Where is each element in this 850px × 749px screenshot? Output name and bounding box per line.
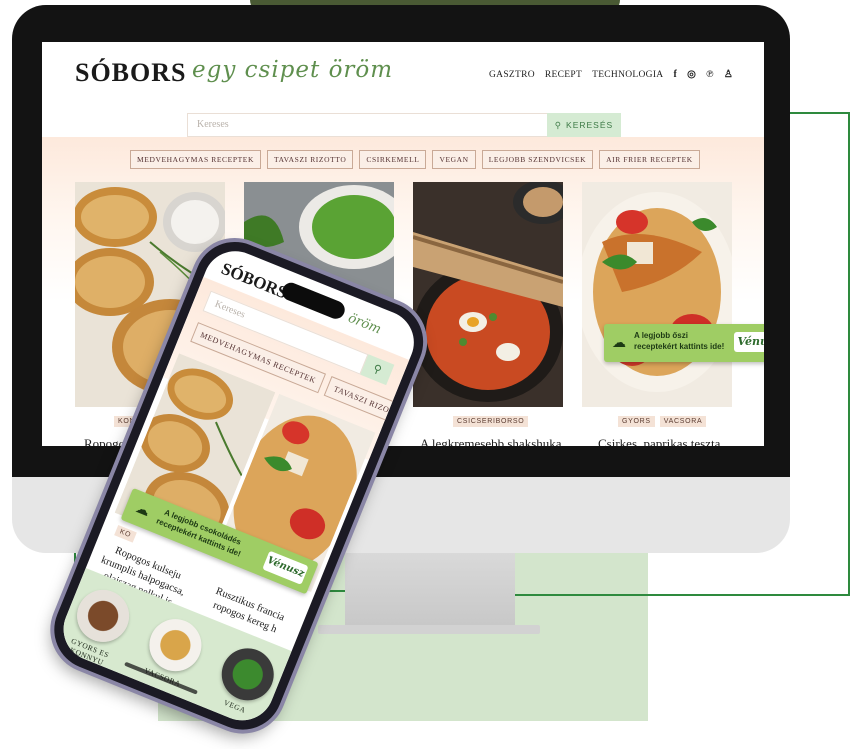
tag-air-frier[interactable]: AIR FRIER RECEPTEK [599,150,700,169]
phone-tagline: öröm [345,310,384,338]
search-icon: ⚲ [554,119,563,130]
promo-line-1: A legjobb őszi [634,331,688,340]
pinterest-icon[interactable]: ℗ [706,69,714,80]
card-tag[interactable]: VACSORA [659,416,707,427]
search-input[interactable]: Kereses [187,113,549,137]
card-tags-3: CSICSERIBORSO [453,416,529,427]
tag-vegan[interactable]: VEGAN [432,150,476,169]
tag-csirkemell[interactable]: CSIRKEMELL [359,150,427,169]
site-tagline: egy csipet öröm [192,57,394,83]
category-vega[interactable]: VEGA [205,639,285,722]
card-image-shakshuka[interactable] [413,182,563,407]
chef-hat-icon: ☁ [133,499,153,520]
tag-tavaszi-rizotto[interactable]: TAVASZI RIZOTTO [266,150,354,169]
card-title-4[interactable]: Csirkes, paprikas teszta [598,436,720,446]
search-placeholder: Kereses [197,119,229,130]
pasta-photo [582,182,732,407]
search-button[interactable]: ⚲ KERESÉS [547,113,621,137]
card-tags-4: GYORS VACSORA [618,416,707,427]
site-logo[interactable]: SÓBORS [75,58,187,88]
shakshuka-photo [413,182,563,407]
card-image-pasta[interactable] [582,182,732,407]
instagram-icon[interactable]: ◎ [687,69,696,80]
nav-item-gasztro[interactable]: GASZTRO [489,70,535,80]
card-title-3[interactable]: A legkremesebb shakshuka [420,436,562,446]
phone-card-tag[interactable]: KO [114,524,137,543]
monitor-stand [345,553,515,625]
promo-text: A legjobb őszi receptekért kattints ide! [634,330,724,352]
nav-item-technologia[interactable]: TECHNOLOGIA [592,70,663,80]
facebook-icon[interactable]: f [673,69,677,80]
venusz-logo: Vénusz [262,550,309,585]
card-tag[interactable]: GYORS [618,416,655,427]
main-nav: GASZTRO RECEPT TECHNOLOGIA f ◎ ℗ ♙ [489,69,733,80]
promo-banner-autumn[interactable]: ☁ A legjobb őszi receptekért kattints ide… [604,324,764,362]
chef-hat-icon: ☁ [612,334,626,350]
venusz-logo: Vénusz [734,332,764,352]
promo-line-2: receptekért kattints ide! [634,342,725,351]
tag-legjobb-szendvicsek[interactable]: LEGJOBB SZENDVICSEK [481,150,594,169]
user-icon[interactable]: ♙ [724,69,733,80]
tag-bar: MEDVEHAGYMAS RECEPTEK TAVASZI RIZOTTO CS… [130,150,700,169]
search-button-label: KERESÉS [566,120,614,130]
card-tag[interactable]: CSICSERIBORSO [453,416,529,427]
nav-item-recept[interactable]: RECEPT [545,70,582,80]
monitor-stand-base [318,625,540,634]
category-gyors-es-konnyu[interactable]: GYORS ES KONNYU [57,581,140,672]
tag-medvehagymas[interactable]: MEDVEHAGYMAS RECEPTEK [130,150,261,169]
search-icon: ⚲ [371,362,384,377]
